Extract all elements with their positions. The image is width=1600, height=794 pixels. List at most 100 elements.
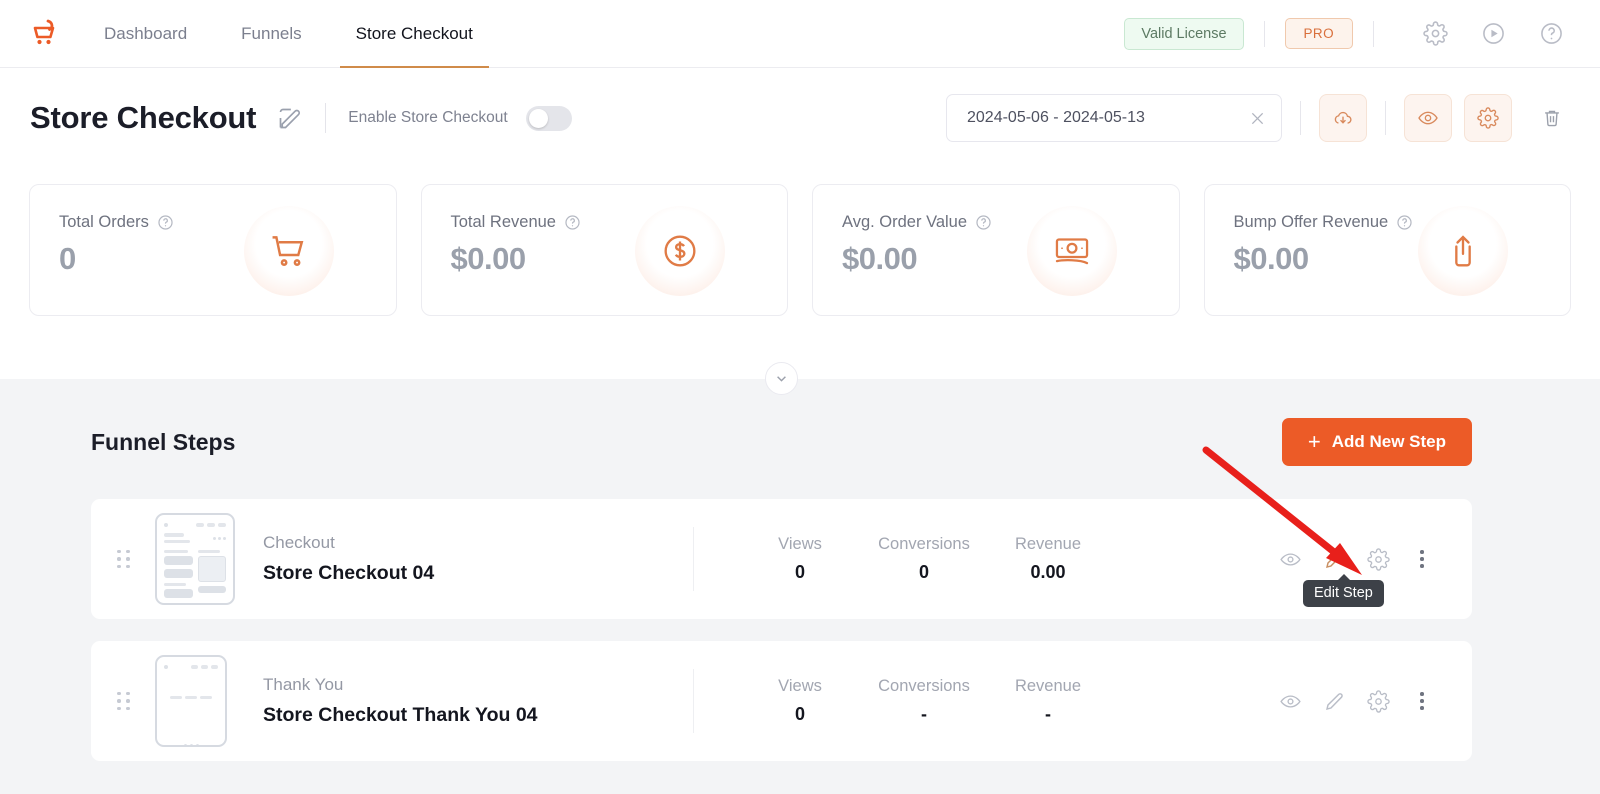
- edit-pencil-icon[interactable]: [1312, 681, 1356, 721]
- metric-value: 0: [794, 704, 805, 724]
- nav-links: Dashboard Funnels Store Checkout: [88, 0, 511, 68]
- stat-value: $0.00: [450, 241, 527, 276]
- tooltip-text: Edit Step: [1314, 585, 1373, 601]
- stat-card-avg-order-value: Avg. Order Value $0.00: [812, 184, 1180, 316]
- gear-icon[interactable]: [1356, 539, 1400, 579]
- edit-pencil-icon[interactable]: [1312, 539, 1356, 579]
- plus-icon: +: [1307, 429, 1321, 454]
- kebab-menu-icon[interactable]: [1400, 681, 1444, 721]
- step-info: Thank You Store Checkout Thank You 04: [263, 675, 693, 727]
- metric-label: Revenue: [1014, 677, 1082, 695]
- gear-icon[interactable]: [1356, 681, 1400, 721]
- stat-value: 0: [59, 241, 76, 276]
- stat-label: Avg. Order Value: [842, 213, 1179, 232]
- metric-conversions: Conversions 0: [862, 535, 986, 583]
- help-circle-icon[interactable]: [157, 214, 174, 231]
- metric-views: Views 0: [738, 677, 862, 725]
- metric-views: Views 0: [738, 535, 862, 583]
- step-metrics: Views 0 Conversions 0 Revenue 0.00: [693, 527, 1110, 591]
- funnel-steps-header: Funnel Steps + Add New Step: [91, 418, 1472, 466]
- nav-divider: [1373, 20, 1374, 47]
- stat-label-text: Total Orders: [59, 213, 149, 231]
- eye-icon[interactable]: [1404, 94, 1452, 142]
- step-row-actions: [1268, 539, 1472, 579]
- metric-revenue: Revenue 0.00: [986, 535, 1110, 583]
- add-new-step-label: Add New Step: [1331, 432, 1446, 451]
- help-circle-icon[interactable]: [1534, 17, 1568, 51]
- metric-label: Views: [778, 677, 822, 695]
- metric-value: 0: [918, 562, 929, 582]
- header-actions: 2024-05-06 - 2024-05-13: [946, 94, 1572, 142]
- step-type-label: Checkout: [263, 533, 335, 552]
- stat-label-text: Bump Offer Revenue: [1233, 213, 1389, 231]
- trash-icon[interactable]: [1532, 96, 1572, 140]
- chevron-down-icon[interactable]: [765, 362, 798, 395]
- step-thumbnail-thank-you: [155, 655, 227, 747]
- gear-icon[interactable]: [1418, 17, 1452, 51]
- nav-divider: [1263, 20, 1265, 47]
- title-divider: [325, 103, 327, 133]
- metric-value: -: [921, 704, 927, 724]
- nav-link-label: Dashboard: [104, 23, 188, 43]
- toggle-knob: [528, 108, 548, 128]
- nav-link-store-checkout[interactable]: Store Checkout: [339, 0, 490, 68]
- valid-license-badge: Valid License: [1124, 17, 1244, 50]
- close-x-icon[interactable]: [1248, 109, 1267, 128]
- stat-label: Bump Offer Revenue: [1234, 213, 1571, 232]
- stat-label-text: Total Revenue: [450, 213, 557, 231]
- stat-label: Total Orders: [59, 213, 396, 232]
- funnel-step-row[interactable]: Checkout Store Checkout 04 Views 0 Conve…: [91, 499, 1472, 619]
- action-divider: [1300, 101, 1301, 135]
- help-circle-icon[interactable]: [1396, 214, 1413, 231]
- metric-value: 0.00: [1030, 562, 1066, 582]
- step-row-actions: [1268, 681, 1472, 721]
- metric-label: Conversions: [878, 535, 970, 553]
- date-range-value: 2024-05-06 - 2024-05-13: [967, 109, 1145, 126]
- nav-link-label: Funnels: [241, 23, 302, 43]
- nav-link-label: Store Checkout: [355, 23, 473, 43]
- stat-value: $0.00: [842, 241, 918, 276]
- gear-icon[interactable]: [1464, 94, 1512, 142]
- cartflows-logo-icon[interactable]: [0, 17, 88, 51]
- edit-pencil-icon[interactable]: [276, 105, 303, 132]
- metric-conversions: Conversions -: [862, 677, 986, 725]
- cloud-download-icon[interactable]: [1319, 94, 1367, 142]
- action-divider: [1385, 101, 1386, 135]
- stat-card-total-orders: Total Orders 0: [29, 184, 397, 316]
- shopping-cart-icon: [243, 206, 334, 296]
- dollar-circle-icon: [635, 206, 725, 296]
- step-type-label: Thank You: [263, 675, 344, 694]
- step-metrics: Views 0 Conversions - Revenue -: [693, 669, 1110, 733]
- step-name-label: Store Checkout Thank You 04: [263, 704, 538, 726]
- step-info: Checkout Store Checkout 04: [263, 533, 693, 585]
- page-header-row: Store Checkout Enable Store Checkout 202…: [0, 68, 1600, 168]
- help-circle-icon[interactable]: [975, 214, 992, 231]
- funnel-step-row[interactable]: Thank You Store Checkout Thank You 04 Vi…: [91, 641, 1472, 761]
- top-navigation-bar: Dashboard Funnels Store Checkout Valid L…: [0, 0, 1600, 68]
- eye-icon[interactable]: [1268, 539, 1312, 579]
- stat-card-bump-offer-revenue: Bump Offer Revenue $0.00: [1203, 184, 1571, 316]
- play-circle-icon[interactable]: [1476, 17, 1510, 51]
- app-root: Dashboard Funnels Store Checkout Valid L…: [0, 0, 1600, 794]
- nav-link-funnels[interactable]: Funnels: [225, 0, 317, 68]
- add-new-step-button[interactable]: + Add New Step: [1281, 418, 1472, 466]
- enable-store-checkout-toggle[interactable]: [525, 105, 572, 131]
- metric-label: Views: [778, 535, 822, 553]
- drag-handle-icon[interactable]: [117, 691, 135, 711]
- nav-right-cluster: Valid License PRO: [1124, 17, 1600, 51]
- drag-handle-icon[interactable]: [117, 549, 135, 569]
- stat-label: Total Revenue: [451, 213, 788, 232]
- share-upload-icon: [1418, 206, 1508, 296]
- step-name-label: Store Checkout 04: [263, 562, 435, 584]
- stat-cards: Total Orders 0 Total Revenue $0.00 Avg. …: [29, 184, 1571, 316]
- eye-icon[interactable]: [1268, 681, 1312, 721]
- date-range-input[interactable]: 2024-05-06 - 2024-05-13: [946, 94, 1282, 142]
- help-circle-icon[interactable]: [564, 214, 581, 231]
- pro-badge[interactable]: PRO: [1284, 18, 1353, 49]
- edit-step-tooltip: Edit Step: [1303, 574, 1384, 607]
- kebab-menu-icon[interactable]: [1400, 539, 1444, 579]
- stat-card-total-revenue: Total Revenue $0.00: [420, 184, 788, 316]
- nav-link-dashboard[interactable]: Dashboard: [88, 0, 203, 68]
- metric-value: 0: [794, 562, 805, 582]
- metric-label: Revenue: [1014, 535, 1082, 553]
